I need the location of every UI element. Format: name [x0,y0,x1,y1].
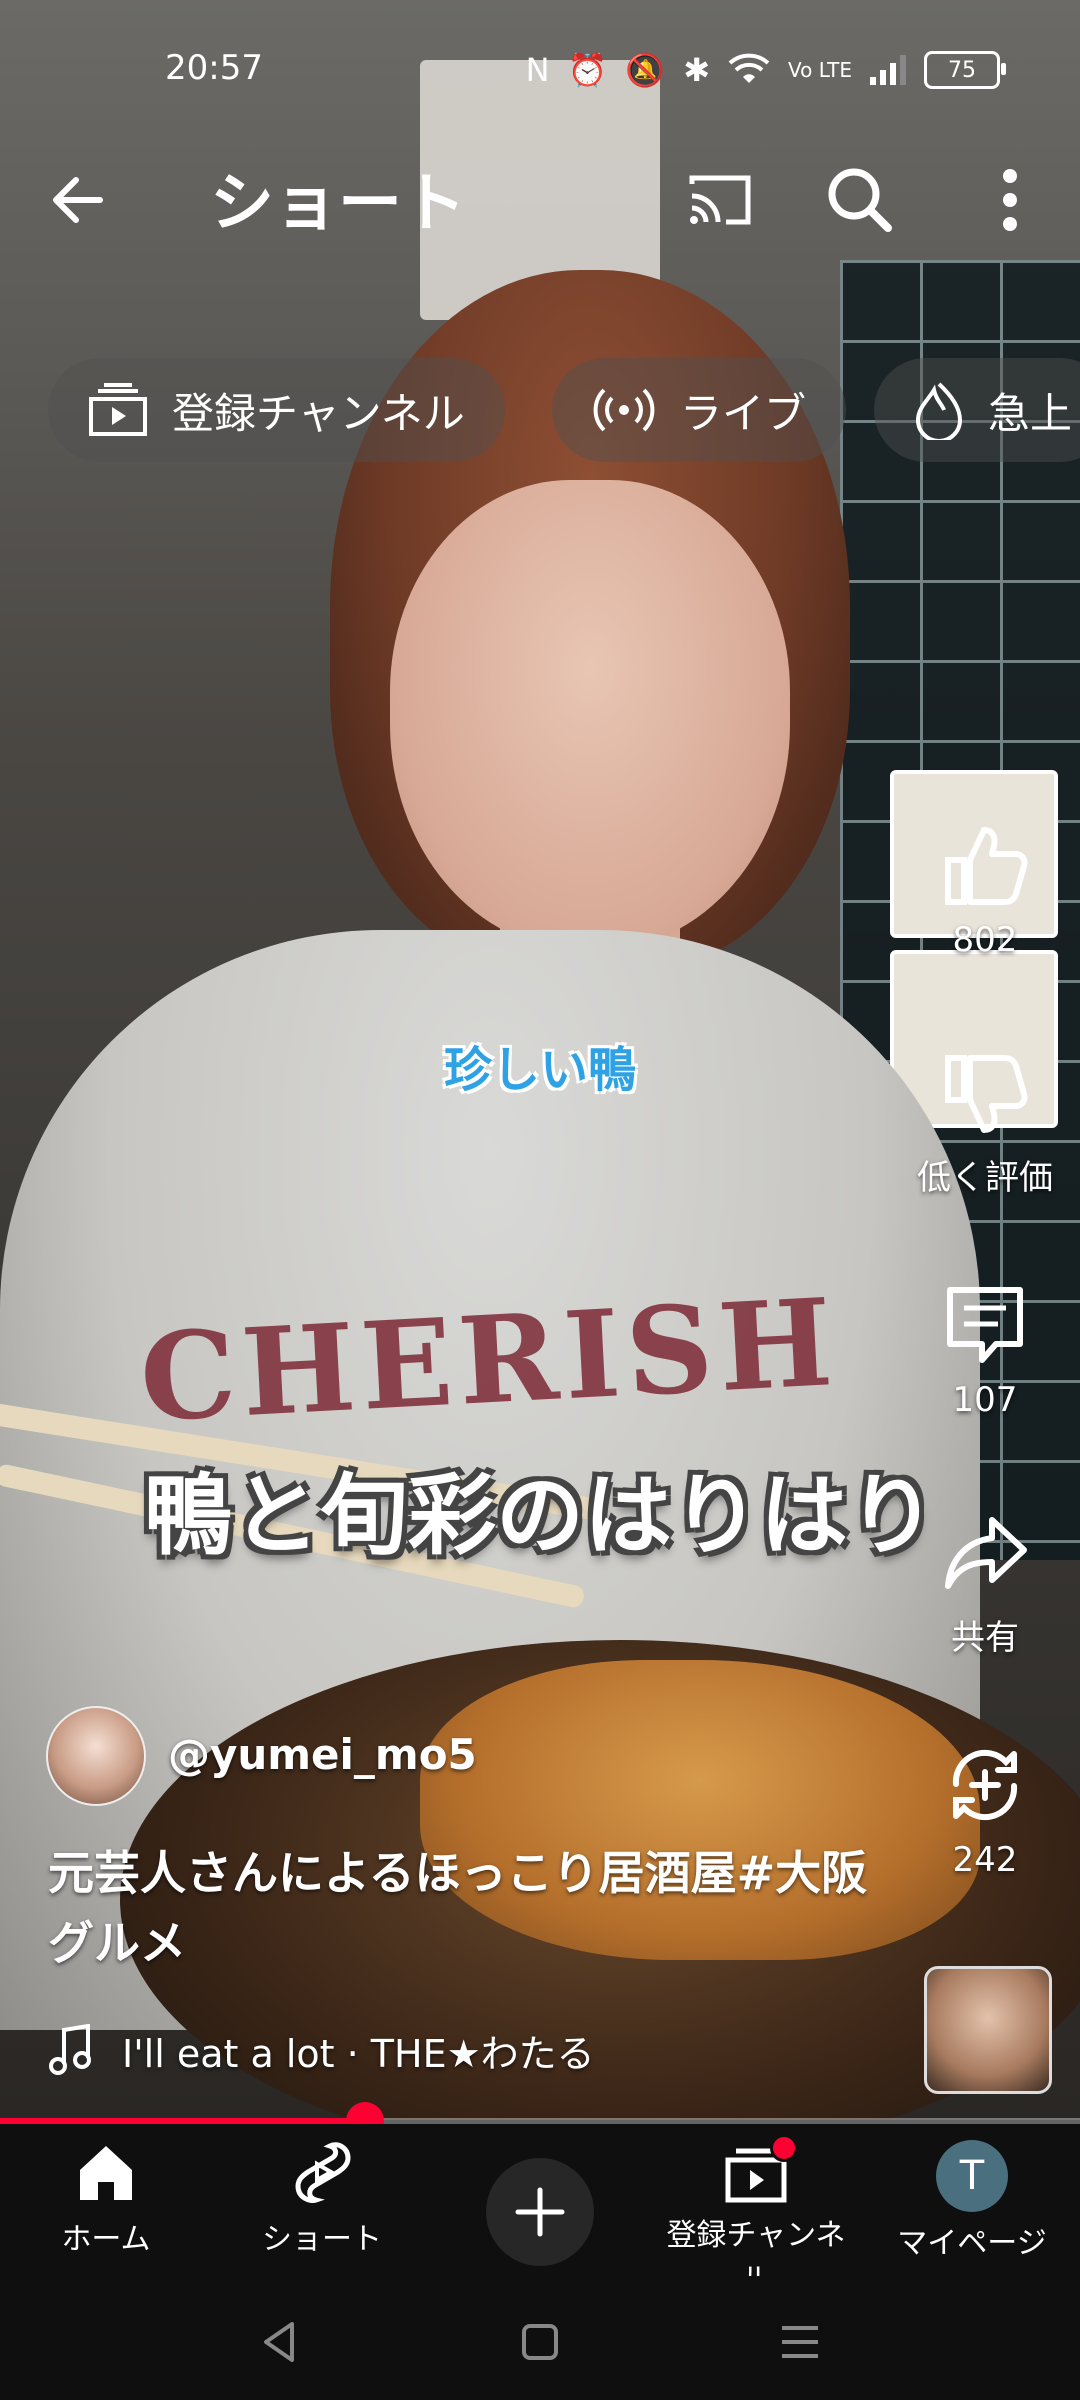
wifi-icon [728,53,770,83]
notification-dot [770,2134,798,2162]
remix-button[interactable]: 242 [880,1740,1080,1880]
video-caption-big: 鴨と旬彩のはりはり [143,1464,936,1567]
subscriptions-icon [89,383,147,436]
comment-icon [947,1287,1023,1363]
chip-trending[interactable]: 急上 [874,358,1080,462]
search-button[interactable] [820,160,900,240]
channel-avatar[interactable] [46,1706,146,1806]
bluetooth-icon: ✱ [683,51,711,89]
system-recents-button[interactable] [770,2312,830,2372]
music-text: I'll eat a lot · THE★わたる [122,2031,595,2076]
share-button[interactable]: 共有 [880,1510,1080,1659]
signal-icon [870,55,906,85]
cast-icon [689,175,751,225]
bottom-navigation: ホーム ショート 登録チャンネル T マイページ [0,2124,1080,2297]
like-count: 802 [952,920,1018,960]
thumb-down-icon [945,1055,1028,1133]
volte-icon: Vo LTE [788,58,852,82]
chip-live[interactable]: ライブ [552,358,847,462]
trending-icon [915,382,963,440]
nav-home[interactable]: ホーム [6,2140,206,2258]
avatar-letter: T [959,2153,985,2199]
back-arrow-icon [53,177,103,223]
back-button[interactable] [40,160,120,240]
person-face [390,480,790,950]
chip-subscriptions[interactable]: 登録チャンネル [48,358,505,462]
menu-recents-icon [782,2326,818,2358]
nfc-icon: N [525,51,550,89]
video-caption-small: 珍しい鴨 [443,1042,636,1098]
nav-create-button[interactable] [486,2158,594,2266]
cast-button[interactable] [680,160,760,240]
nav-subscriptions[interactable]: 登録チャンネル [656,2134,856,2298]
comments-button[interactable]: 107 [880,1280,1080,1420]
chip-label: ライブ [680,388,807,438]
feed-filter-chips: 登録チャンネル ライブ 急上 [48,358,1080,468]
system-home-button[interactable] [510,2312,570,2372]
search-icon [828,168,892,232]
dislike-label: 低く評価 [917,1158,1053,1198]
more-options-button[interactable] [970,160,1050,240]
top-app-bar: ショート [0,140,1080,250]
battery-level: 75 [948,57,976,83]
remix-icon [952,1749,1018,1821]
nav-shorts[interactable]: ショート [222,2140,422,2258]
thumb-up-icon [945,827,1028,905]
status-bar: 20:57 N ⏰ 🔕 ✱ Vo LTE 75 [0,0,1080,140]
dislike-button[interactable]: 低く評価 [880,1050,1080,1199]
music-thumbnail[interactable] [924,1966,1052,2094]
live-icon [593,388,655,432]
status-time: 20:57 [165,48,263,88]
remix-count: 242 [952,1840,1018,1880]
shorts-icon [295,2142,351,2203]
square-home-icon [522,2324,558,2360]
chip-label: 登録チャンネル [172,388,465,438]
nav-label: ショート [262,2222,382,2257]
video-title[interactable]: 元芸人さんによるほっこり居酒屋#大阪グルメ [48,1838,868,1978]
channel-handle[interactable]: @yumei_mo5 [168,1730,477,1779]
chip-label: 急上 [988,388,1073,438]
avatar-icon: T [936,2140,1008,2212]
like-button[interactable]: 802 [880,820,1080,960]
shorts-player-screen: CHERISH 珍しい鴨 鴨と旬彩のはりはり 20:57 N ⏰ 🔕 ✱ Vo … [0,0,1080,2400]
more-vert-icon [1003,169,1017,231]
add-icon [515,2187,565,2237]
page-title: ショート [210,167,466,241]
nav-label: マイページ [897,2226,1047,2261]
music-row[interactable]: I'll eat a lot · THE★わたる [48,2018,595,2082]
home-icon [80,2146,132,2200]
comment-count: 107 [952,1380,1018,1420]
nav-mypage[interactable]: T マイページ [872,2140,1072,2262]
nav-label: ホーム [61,2222,151,2257]
music-note-icon [49,2024,91,2075]
share-label: 共有 [951,1618,1019,1658]
system-back-button[interactable] [250,2312,310,2372]
mute-icon: 🔕 [625,51,666,89]
system-navigation-bar [0,2276,1080,2400]
battery-icon: 75 [924,51,1006,89]
triangle-back-icon [264,2322,294,2362]
share-icon [945,1517,1027,1589]
alarm-icon: ⏰ [567,51,608,89]
